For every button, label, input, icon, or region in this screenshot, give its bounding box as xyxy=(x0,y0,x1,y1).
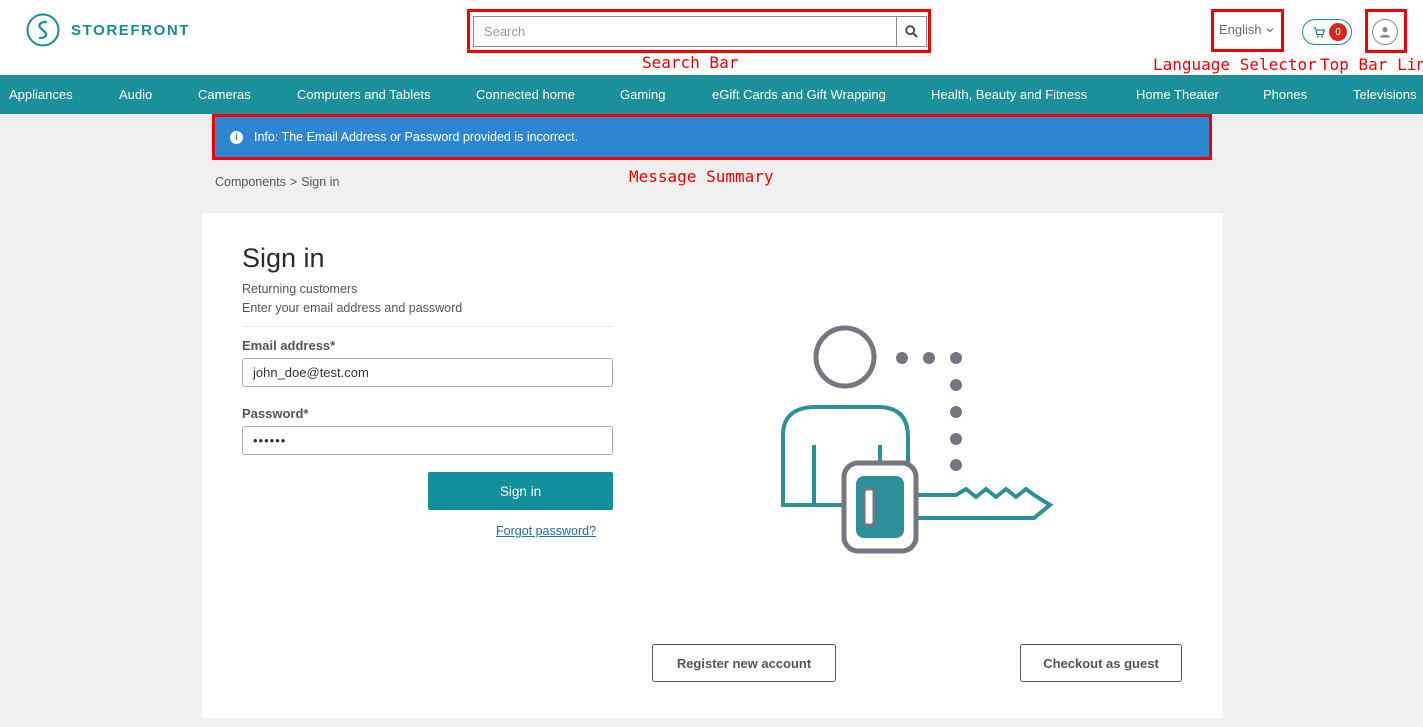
email-label: Email address* xyxy=(242,338,336,353)
cart-count-badge: 0 xyxy=(1329,23,1347,41)
nav-item-connected-home[interactable]: Connected home xyxy=(476,75,575,114)
cart-icon xyxy=(1313,26,1325,37)
sign-in-illustration xyxy=(781,325,1054,554)
checkout-as-guest-button[interactable]: Checkout as guest xyxy=(1020,644,1182,682)
search-input[interactable] xyxy=(474,17,896,46)
nav-item-televisions[interactable]: Televisions xyxy=(1353,75,1417,114)
nav-item-gaming[interactable]: Gaming xyxy=(620,75,666,114)
nav-item-appliances[interactable]: Appliances xyxy=(9,75,73,114)
search-bar-annotation: Search Bar xyxy=(642,53,739,72)
account-button[interactable] xyxy=(1372,19,1398,45)
nav-item-egift-cards[interactable]: eGift Cards and Gift Wrapping xyxy=(712,75,886,114)
search-button[interactable] xyxy=(896,17,926,46)
search-icon xyxy=(905,25,918,38)
message-summary-annotation: Message Summary xyxy=(629,167,774,186)
nav-item-cameras[interactable]: Cameras xyxy=(198,75,251,114)
breadcrumb: Components > Sign in xyxy=(215,175,339,189)
storefront-logo[interactable]: STOREFRONT xyxy=(26,13,190,47)
breadcrumb-parent[interactable]: Components xyxy=(215,175,286,189)
page-title: Sign in xyxy=(242,243,325,273)
brand-name: STOREFRONT xyxy=(71,21,191,39)
message-text: Info: The Email Address or Password prov… xyxy=(254,130,579,144)
language-label: English xyxy=(1219,22,1262,37)
password-label: Password* xyxy=(242,406,309,421)
nav-item-audio[interactable]: Audio xyxy=(119,75,152,114)
email-field[interactable]: john_doe@test.com xyxy=(242,358,613,387)
search-bar xyxy=(473,16,927,47)
nav-item-computers-and-tablets[interactable]: Computers and Tablets xyxy=(297,75,430,114)
nav-item-home-theater[interactable]: Home Theater xyxy=(1136,75,1219,114)
top-bar-link-annotation: Top Bar Link xyxy=(1320,55,1423,74)
divider xyxy=(242,326,613,327)
info-icon: i xyxy=(230,130,243,144)
nav-item-phones[interactable]: Phones xyxy=(1263,75,1307,114)
chevron-down-icon xyxy=(1266,27,1274,32)
register-new-account-button[interactable]: Register new account xyxy=(652,644,836,682)
user-icon xyxy=(1379,27,1391,38)
mini-cart-button[interactable]: 0 xyxy=(1302,19,1352,45)
category-navigation: Appliances Audio Cameras Computers and T… xyxy=(0,75,1423,114)
signin-instructions: Enter your email address and password xyxy=(242,301,463,315)
language-selector[interactable]: English xyxy=(1219,22,1274,37)
language-selector-annotation: Language Selector xyxy=(1153,55,1317,74)
nav-item-health-beauty-fitness[interactable]: Health, Beauty and Fitness xyxy=(931,75,1087,114)
password-field[interactable]: •••••• xyxy=(242,426,613,455)
signin-card: Sign in Returning customers Enter your e… xyxy=(202,213,1223,718)
breadcrumb-current: Sign in xyxy=(301,175,340,189)
message-summary: i Info: The Email Address or Password pr… xyxy=(215,117,1209,157)
breadcrumb-separator: > xyxy=(289,175,298,189)
storefront-logo-icon xyxy=(26,13,60,47)
forgot-password-link[interactable]: Forgot password? xyxy=(496,524,596,538)
sign-in-button[interactable]: Sign in xyxy=(428,472,613,510)
signin-subtitle: Returning customers xyxy=(242,282,358,296)
